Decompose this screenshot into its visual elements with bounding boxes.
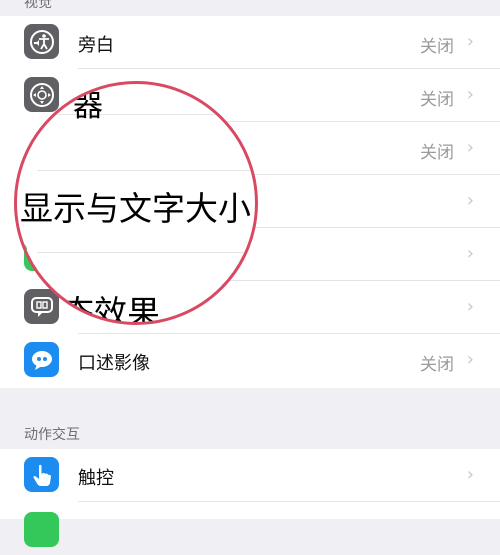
hand-touch-icon (24, 457, 59, 492)
speech-bubble-icon (24, 342, 59, 377)
chevron-right-icon: › (466, 243, 474, 264)
chevron-right-icon: › (466, 464, 474, 485)
voiceover-value: 关闭 (420, 37, 454, 57)
magnified-display-text-size-label: 显示与文字大小 (20, 189, 251, 228)
row-audio-description[interactable]: 口述影像 关闭 › (0, 334, 500, 387)
section-header-vision: 视觉 (24, 0, 52, 11)
motion-icon (24, 289, 59, 324)
magnified-zoom-label: 器 (73, 89, 103, 124)
magnifier-icon (24, 77, 59, 112)
voiceover-accessibility-icon (24, 24, 59, 59)
chevron-right-icon: › (466, 137, 474, 158)
chevron-right-icon: › (466, 349, 474, 370)
row-next-partial[interactable] (0, 502, 500, 555)
chevron-right-icon: › (466, 31, 474, 52)
magnified-motion-label: 态效果 (61, 293, 160, 325)
zoom-value: 关闭 (420, 90, 454, 110)
audio-description-label: 口述影像 (78, 353, 150, 374)
row3-value: 关闭 (420, 143, 454, 163)
row-touch[interactable]: 触控 › (0, 449, 500, 502)
green-settings-icon (24, 512, 59, 547)
magnified-divider (17, 114, 255, 115)
chevron-right-icon: › (466, 296, 474, 317)
motion-settings-group: 触控 › (0, 449, 500, 547)
audio-description-value: 关闭 (420, 355, 454, 375)
chevron-right-icon: › (466, 190, 474, 211)
touch-label: 触控 (78, 468, 114, 489)
row-voiceover[interactable]: 旁白 关闭 › (0, 16, 500, 69)
chevron-right-icon: › (466, 84, 474, 105)
magnified-divider (37, 170, 255, 171)
magnified-divider (37, 252, 255, 253)
voiceover-label: 旁白 (78, 35, 114, 56)
magnifier-lens: 器 显示与文字大小 态效果 (14, 81, 258, 325)
section-header-motion: 动作交互 (24, 427, 80, 443)
